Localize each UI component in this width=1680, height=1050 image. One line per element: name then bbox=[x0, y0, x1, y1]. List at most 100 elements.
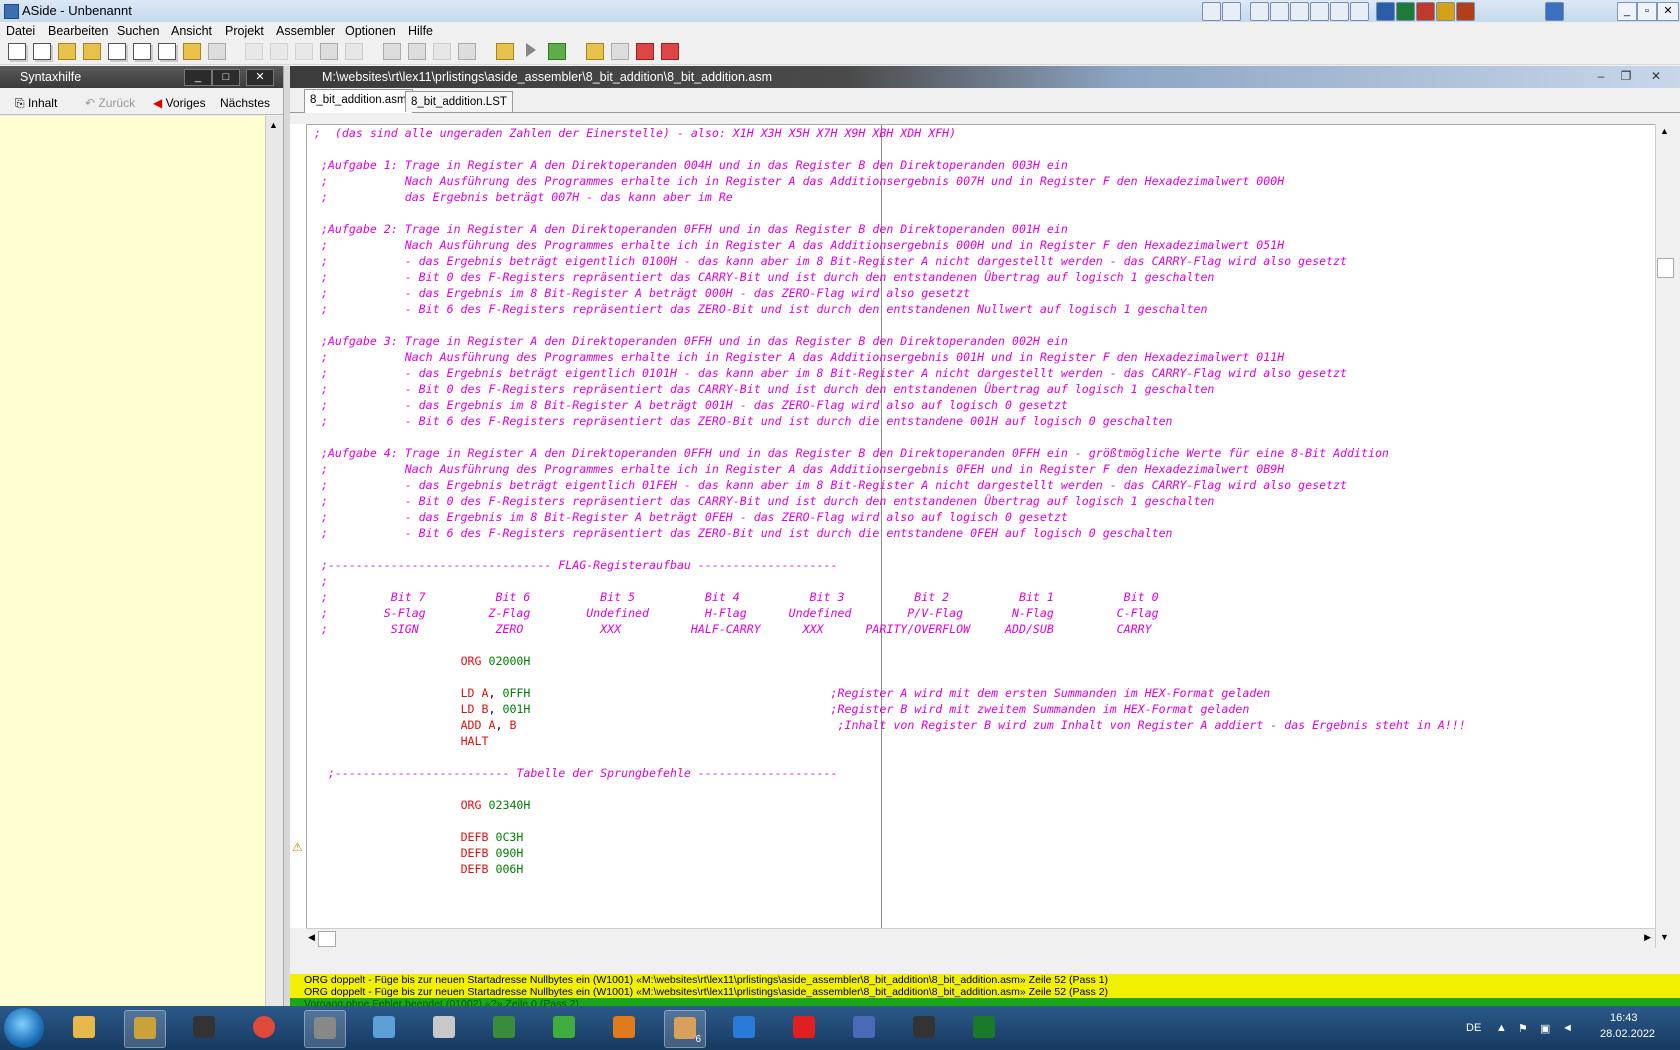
code-line[interactable]: ; - das Ergebnis beträgt eigentlich 0101… bbox=[307, 365, 1347, 381]
help2-icon[interactable] bbox=[1222, 2, 1241, 21]
new-doc-icon[interactable] bbox=[33, 43, 51, 60]
taskbar-jkc-emu-button[interactable] bbox=[964, 1010, 1004, 1046]
cut-icon[interactable] bbox=[270, 43, 288, 60]
vscroll-thumb[interactable] bbox=[1657, 258, 1674, 278]
clock-time[interactable]: 16:43 bbox=[1610, 1012, 1638, 1024]
save-icon[interactable] bbox=[108, 43, 126, 60]
minimize-button[interactable]: _ bbox=[1617, 2, 1637, 21]
run-icon[interactable] bbox=[526, 43, 536, 57]
check-icon[interactable] bbox=[548, 43, 566, 60]
code-line[interactable]: ; das Ergebnis beträgt 007H - das kann a… bbox=[307, 189, 733, 205]
code-line[interactable]: LD B, 001H ;Register B wird mit zweitem … bbox=[307, 701, 1250, 717]
code-area[interactable]: ; (das sind alle ungeraden Zahlen der Ei… bbox=[306, 124, 1656, 929]
taskbar-globe-button[interactable] bbox=[484, 1010, 524, 1046]
hscroll-thumb[interactable] bbox=[318, 931, 336, 947]
code-line[interactable]: ; Nach Ausführung des Programmes erhalte… bbox=[307, 173, 1284, 189]
syntax-help-scrollbar[interactable]: ▲ bbox=[265, 116, 284, 1006]
tab-asm[interactable]: 8_bit_addition.asm bbox=[304, 89, 413, 113]
code-line[interactable]: ; - Bit 6 des F-Registers repräsentiert … bbox=[307, 413, 1173, 429]
clock-date[interactable]: 28.02.2022 bbox=[1600, 1028, 1655, 1040]
save-all-icon[interactable] bbox=[133, 43, 151, 60]
taskbar-chip-button[interactable] bbox=[184, 1010, 224, 1046]
outlook-icon[interactable] bbox=[1436, 2, 1455, 21]
goto-icon[interactable] bbox=[458, 43, 476, 60]
close-button[interactable]: ✕ bbox=[1657, 2, 1679, 21]
back-button[interactable]: ↶ Zurück bbox=[84, 92, 136, 114]
code-line[interactable]: ; - Bit 0 des F-Registers repräsentiert … bbox=[307, 381, 1214, 397]
tab-lst[interactable]: 8_bit_addition.LST bbox=[405, 91, 513, 112]
language-indicator[interactable]: DE bbox=[1466, 1022, 1481, 1034]
code-line[interactable]: ; Nach Ausführung des Programmes erhalte… bbox=[307, 237, 1284, 253]
menu-assembler[interactable]: Assembler bbox=[276, 24, 335, 38]
menu-projekt[interactable]: Projekt bbox=[225, 24, 264, 38]
taskbar-pl-button[interactable] bbox=[784, 1010, 824, 1046]
listing-icon[interactable] bbox=[636, 43, 654, 60]
message-warning-1[interactable]: ORG doppelt - Füge bis zur neuen Startad… bbox=[290, 974, 1680, 986]
open-project-icon[interactable] bbox=[83, 43, 101, 60]
code-line[interactable]: ;-------------------------------- FLAG-R… bbox=[307, 557, 838, 573]
code-line[interactable]: LD A, 0FFH ;Register A wird mit dem erst… bbox=[307, 685, 1271, 701]
taskbar-edge-button[interactable] bbox=[724, 1010, 764, 1046]
print-icon[interactable] bbox=[208, 43, 226, 60]
code-line[interactable]: ; Bit 7 Bit 6 Bit 5 Bit 4 Bit 3 Bit 2 Bi… bbox=[307, 589, 1159, 605]
scroll-up-icon[interactable]: ▲ bbox=[269, 120, 278, 130]
menu-hilfe[interactable]: Hilfe bbox=[408, 24, 433, 38]
word-icon[interactable] bbox=[1376, 2, 1395, 21]
code-line[interactable]: ;Aufgabe 1: Trage in Register A den Dire… bbox=[307, 157, 1068, 173]
code-line[interactable]: ; - das Ergebnis im 8 Bit-Register A bet… bbox=[307, 509, 1068, 525]
code-line[interactable]: ORG 02340H bbox=[307, 797, 531, 813]
code-line[interactable]: DEFB 006H bbox=[307, 861, 524, 877]
edit-icon[interactable] bbox=[345, 43, 363, 60]
taskbar-aside-button[interactable] bbox=[124, 1010, 166, 1048]
clipboard-icon[interactable] bbox=[1290, 2, 1309, 21]
replace-icon[interactable] bbox=[408, 43, 426, 60]
scroll-right-icon[interactable]: ▶ bbox=[1644, 932, 1651, 943]
maximize-button[interactable]: ▫ bbox=[1637, 2, 1657, 21]
code-line[interactable]: HALT bbox=[307, 733, 489, 749]
start-button[interactable] bbox=[4, 1008, 44, 1048]
code-line[interactable]: ; - das Ergebnis beträgt eigentlich 01FE… bbox=[307, 477, 1347, 493]
find-next-icon[interactable] bbox=[433, 43, 451, 60]
code-line[interactable]: ; - Bit 0 des F-Registers repräsentiert … bbox=[307, 493, 1214, 509]
panel-close-button[interactable]: ✕ bbox=[246, 69, 274, 86]
panel-minimize-button[interactable]: _ bbox=[184, 69, 212, 86]
taskbar-chip2-button[interactable] bbox=[904, 1010, 944, 1046]
taskbar-notepad-button[interactable] bbox=[364, 1010, 404, 1046]
menu-bearbeiten[interactable]: Bearbeiten bbox=[48, 24, 108, 38]
taskbar-media-player-button[interactable] bbox=[604, 1010, 644, 1046]
code-line[interactable]: ADD A, B ;Inhalt von Register B wird zum… bbox=[307, 717, 1466, 733]
message-warning-2[interactable]: ORG doppelt - Füge bis zur neuen Startad… bbox=[290, 986, 1680, 998]
paste-icon[interactable] bbox=[320, 43, 338, 60]
code-line[interactable]: ;Aufgabe 2: Trage in Register A den Dire… bbox=[307, 221, 1068, 237]
code-line[interactable]: ; - Bit 6 des F-Registers repräsentiert … bbox=[307, 301, 1207, 317]
scroll-down-icon[interactable]: ▼ bbox=[1660, 932, 1669, 942]
menu-datei[interactable]: Datei bbox=[6, 24, 35, 38]
editor-restore-button[interactable]: ❐ bbox=[1616, 70, 1636, 84]
code-line[interactable]: ; (das sind alle ungeraden Zahlen der Ei… bbox=[307, 125, 956, 141]
taskbar-paint-button[interactable]: 6 bbox=[664, 1010, 706, 1048]
eraser-icon[interactable] bbox=[611, 43, 629, 60]
scroll-up-icon[interactable]: ▲ bbox=[1660, 126, 1669, 136]
code-horizontal-scrollbar[interactable]: ◀ ▶ bbox=[306, 928, 1655, 949]
taskbar-cd-button[interactable] bbox=[544, 1010, 584, 1046]
code-line[interactable]: ; Nach Ausführung des Programmes erhalte… bbox=[307, 349, 1284, 365]
menu-ansicht[interactable]: Ansicht bbox=[171, 24, 212, 38]
form-icon[interactable] bbox=[1310, 2, 1329, 21]
new-file-icon[interactable] bbox=[8, 43, 26, 60]
code-line[interactable]: ; S-Flag Z-Flag Undefined H-Flag Undefin… bbox=[307, 605, 1159, 621]
code-line[interactable]: ; - das Ergebnis im 8 Bit-Register A bet… bbox=[307, 397, 1068, 413]
taskbar-scanner-button[interactable] bbox=[304, 1010, 346, 1048]
open-icon[interactable] bbox=[58, 43, 76, 60]
code-line[interactable]: ;Aufgabe 4: Trage in Register A den Dire… bbox=[307, 445, 1389, 461]
code-line[interactable]: ; - das Ergebnis beträgt eigentlich 0100… bbox=[307, 253, 1347, 269]
copy-icon[interactable] bbox=[295, 43, 313, 60]
flag-icon[interactable]: ⚑ bbox=[1518, 1022, 1528, 1035]
menu-optionen[interactable]: Optionen bbox=[345, 24, 396, 38]
code-line[interactable]: ; SIGN ZERO XXX HALF-CARRY XXX PARITY/OV… bbox=[307, 621, 1152, 637]
code-line[interactable]: ORG 02000H bbox=[307, 653, 531, 669]
code-vertical-scrollbar[interactable]: ▲ ▼ bbox=[1655, 124, 1674, 948]
code-line[interactable]: ; bbox=[307, 573, 328, 589]
save-project-icon[interactable] bbox=[158, 43, 176, 60]
folder-open-icon[interactable] bbox=[183, 43, 201, 60]
search-icon[interactable] bbox=[383, 43, 401, 60]
